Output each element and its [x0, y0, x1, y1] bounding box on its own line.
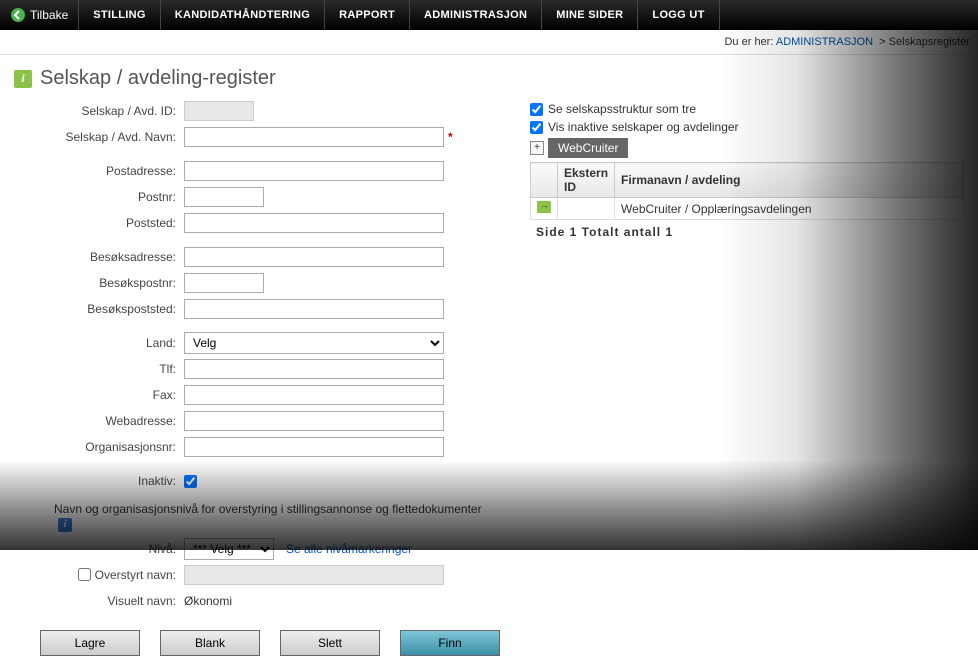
- checkbox-overstyrt[interactable]: [78, 568, 91, 581]
- label-tree-view: Se selskapsstruktur som tre: [548, 102, 696, 116]
- back-arrow-icon: [10, 7, 26, 23]
- input-besokspostnr[interactable]: [184, 273, 264, 293]
- pager: Side 1 Totalt antall 1: [530, 220, 964, 244]
- lagre-button[interactable]: Lagre: [40, 630, 140, 656]
- label-orgnr: Organisasjonsnr:: [14, 440, 184, 454]
- checkbox-inaktiv[interactable]: [184, 475, 197, 488]
- label-besokspoststed: Besøkspoststed:: [14, 302, 184, 316]
- breadcrumb-sep: >: [879, 36, 885, 48]
- info-inline-icon[interactable]: i: [58, 518, 72, 532]
- label-poststed: Poststed:: [14, 216, 184, 230]
- back-label: Tilbake: [30, 8, 68, 22]
- top-nav: Tilbake STILLING KANDIDATHÅNDTERING RAPP…: [0, 0, 978, 30]
- col-icon: [531, 163, 558, 198]
- tree-expand-icon[interactable]: +: [530, 141, 544, 155]
- label-inaktiv: Inaktiv:: [14, 474, 184, 488]
- label-postadresse: Postadresse:: [14, 164, 184, 178]
- override-subheading: Navn og organisasjonsnivå for overstyrin…: [14, 496, 500, 538]
- input-besokspoststed[interactable]: [184, 299, 444, 319]
- row-firma: WebCruiter / Opplæringsavdelingen: [615, 198, 964, 220]
- label-webadresse: Webadresse:: [14, 414, 184, 428]
- label-land: Land:: [14, 336, 184, 350]
- label-show-inactive: Vis inaktive selskaper og avdelinger: [548, 120, 739, 134]
- checkbox-show-inactive[interactable]: [530, 121, 543, 134]
- nav-minesider[interactable]: MINE SIDER: [542, 0, 638, 30]
- input-overstyrt: [184, 565, 444, 585]
- breadcrumb-page: Selskapsregister: [889, 36, 970, 48]
- back-button[interactable]: Tilbake: [0, 0, 79, 30]
- row-extern: [558, 198, 615, 220]
- breadcrumb-section[interactable]: ADMINISTRASJON: [776, 36, 873, 48]
- label-id: Selskap / Avd. ID:: [14, 104, 184, 118]
- input-fax[interactable]: [184, 385, 444, 405]
- subheading-text: Navn og organisasjonsnivå for overstyrin…: [54, 502, 482, 516]
- label-nivaa: Nivå:: [14, 542, 184, 556]
- page-title: i Selskap / avdeling-register: [0, 55, 978, 100]
- col-firma[interactable]: Firmanavn / avdeling: [615, 163, 964, 198]
- tree-panel: Se selskapsstruktur som tre Vis inaktive…: [530, 100, 964, 656]
- label-name: Selskap / Avd. Navn:: [14, 130, 184, 144]
- input-name[interactable]: [184, 127, 444, 147]
- input-besoksadresse[interactable]: [184, 247, 444, 267]
- input-postadresse[interactable]: [184, 161, 444, 181]
- required-mark: *: [448, 130, 453, 144]
- label-visuelt: Visuelt navn:: [14, 594, 184, 608]
- link-nivaa-all[interactable]: Se alle nivåmarkeringer: [286, 542, 412, 556]
- input-id: [184, 101, 254, 121]
- button-row: Lagre Blank Slett Finn: [14, 616, 500, 656]
- input-webadresse[interactable]: [184, 411, 444, 431]
- input-orgnr[interactable]: [184, 437, 444, 457]
- finn-button[interactable]: Finn: [400, 630, 500, 656]
- blank-button[interactable]: Blank: [160, 630, 260, 656]
- label-postnr: Postnr:: [14, 190, 184, 204]
- select-land[interactable]: Velg: [184, 332, 444, 354]
- company-table: Ekstern ID Firmanavn / avdeling WebCruit…: [530, 162, 964, 220]
- breadcrumb: Du er her: ADMINISTRASJON > Selskapsregi…: [0, 30, 978, 55]
- input-tlf[interactable]: [184, 359, 444, 379]
- nav-loggut[interactable]: LOGG UT: [638, 0, 719, 30]
- slett-button[interactable]: Slett: [280, 630, 380, 656]
- label-besoksadresse: Besøksadresse:: [14, 250, 184, 264]
- page-title-text: Selskap / avdeling-register: [40, 67, 276, 90]
- label-tlf: Tlf:: [14, 362, 184, 376]
- tree-root-label[interactable]: WebCruiter: [548, 138, 628, 158]
- input-poststed[interactable]: [184, 213, 444, 233]
- col-extern[interactable]: Ekstern ID: [558, 163, 615, 198]
- row-edit-icon[interactable]: [531, 198, 558, 220]
- visuelt-value: Økonomi: [184, 594, 232, 608]
- nav-kandidat[interactable]: KANDIDATHÅNDTERING: [161, 0, 325, 30]
- form-panel: Selskap / Avd. ID: Selskap / Avd. Navn: …: [14, 100, 500, 656]
- label-fax: Fax:: [14, 388, 184, 402]
- label-overstyrt: Overstyrt navn:: [14, 568, 184, 582]
- checkbox-tree-view[interactable]: [530, 103, 543, 116]
- nav-rapport[interactable]: RAPPORT: [325, 0, 410, 30]
- info-icon: i: [14, 70, 32, 88]
- nav-admin[interactable]: ADMINISTRASJON: [410, 0, 542, 30]
- nav-stilling[interactable]: STILLING: [79, 0, 161, 30]
- select-nivaa[interactable]: *** Velg ***: [184, 538, 274, 560]
- table-row[interactable]: WebCruiter / Opplæringsavdelingen: [531, 198, 964, 220]
- label-besokspostnr: Besøkspostnr:: [14, 276, 184, 290]
- breadcrumb-prefix: Du er her:: [724, 36, 773, 48]
- input-postnr[interactable]: [184, 187, 264, 207]
